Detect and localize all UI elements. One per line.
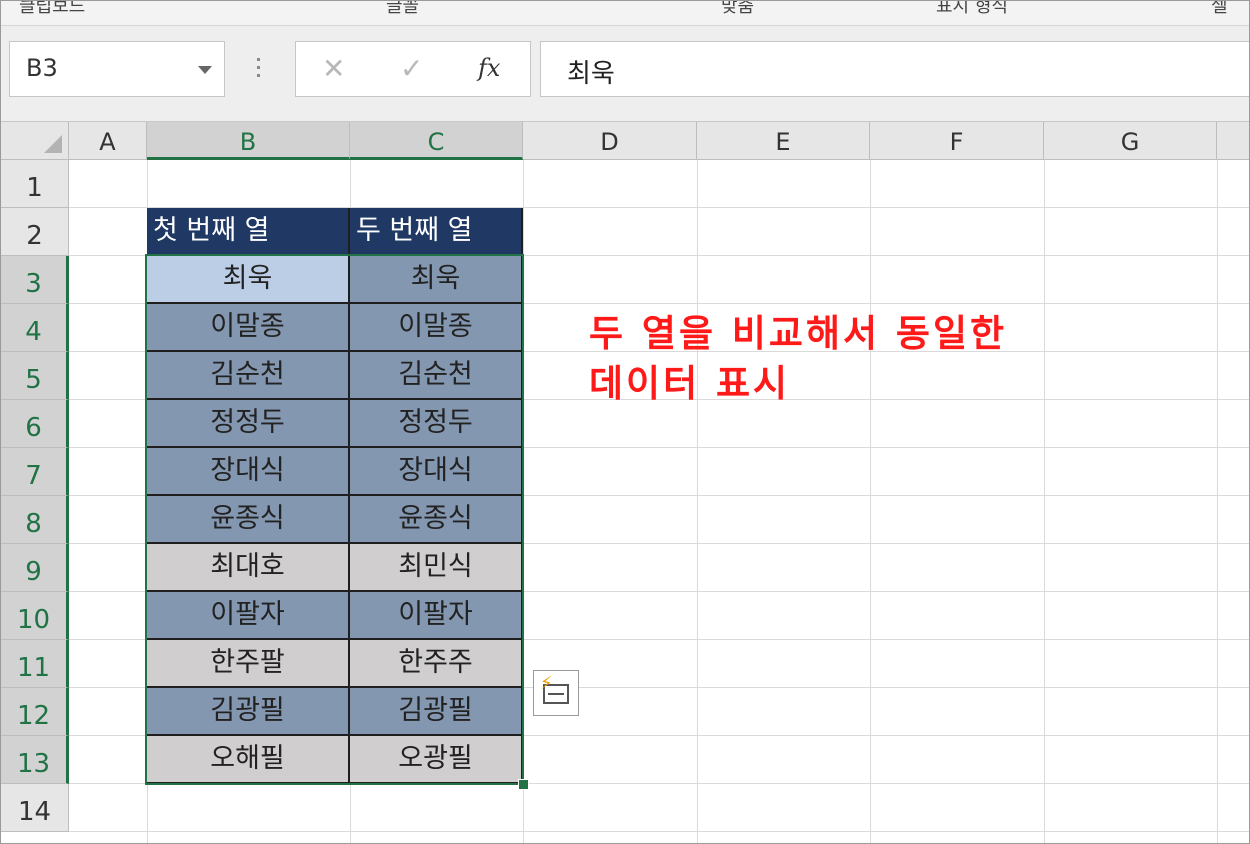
cancel-icon[interactable]: ✕ bbox=[322, 52, 345, 85]
fill-handle[interactable] bbox=[518, 779, 529, 790]
quick-analysis-button[interactable]: ⚡ bbox=[533, 670, 579, 716]
table-cell-second[interactable]: 최민식 bbox=[350, 544, 523, 592]
table-cell-first[interactable]: 장대식 bbox=[147, 448, 350, 496]
gridline-vertical bbox=[870, 160, 871, 843]
ribbon-group-cells[interactable]: 셀 bbox=[1211, 1, 1228, 18]
chevron-down-icon[interactable] bbox=[198, 66, 212, 74]
table-cell-first[interactable]: 김광필 bbox=[147, 688, 350, 736]
drag-handle-icon[interactable] bbox=[257, 58, 261, 80]
column-header-f[interactable]: F bbox=[870, 122, 1044, 160]
row-header-7[interactable]: 7 bbox=[1, 448, 69, 496]
ribbon-group-clipboard[interactable]: 클립보드 bbox=[19, 1, 85, 18]
table-cell-second[interactable]: 윤종식 bbox=[350, 496, 523, 544]
formula-value: 최욱 bbox=[567, 59, 615, 89]
column-header-e[interactable]: E bbox=[697, 122, 870, 160]
name-box[interactable]: B3 bbox=[9, 41, 225, 97]
table-header-second[interactable]: 두 번째 열 bbox=[350, 208, 523, 256]
name-box-value: B3 bbox=[26, 54, 58, 82]
table-cell-first[interactable]: 정정두 bbox=[147, 400, 350, 448]
column-header-g[interactable]: G bbox=[1044, 122, 1217, 160]
excel-window: 클립보드 글꼴 맞춤 표시 형식 셀 B3 ✕ ✓ fx 최욱 ABCDEFG 1… bbox=[0, 0, 1250, 844]
column-header-c[interactable]: C bbox=[350, 122, 523, 160]
insert-function-icon[interactable]: fx bbox=[478, 54, 500, 82]
row-header-3[interactable]: 3 bbox=[1, 256, 69, 304]
row-header-1[interactable]: 1 bbox=[1, 160, 69, 208]
gridline-vertical bbox=[1217, 160, 1218, 843]
column-header-a[interactable]: A bbox=[69, 122, 147, 160]
annotation-line-1: 두 열을 비교해서 동일한 bbox=[589, 312, 1008, 355]
table-cell-second[interactable]: 장대식 bbox=[350, 448, 523, 496]
table-cell-first[interactable]: 이팔자 bbox=[147, 592, 350, 640]
table-cell-second[interactable]: 최욱 bbox=[350, 256, 523, 304]
row-header-6[interactable]: 6 bbox=[1, 400, 69, 448]
table-cell-second[interactable]: 정정두 bbox=[350, 400, 523, 448]
column-header-b[interactable]: B bbox=[147, 122, 350, 160]
select-all-corner[interactable] bbox=[1, 122, 69, 160]
ribbon-strip: 클립보드 글꼴 맞춤 표시 형식 셀 bbox=[1, 1, 1249, 26]
gridline-vertical bbox=[697, 160, 698, 843]
gridline-vertical bbox=[523, 160, 524, 843]
table-cell-second[interactable]: 김순천 bbox=[350, 352, 523, 400]
gridline-horizontal bbox=[69, 831, 1249, 832]
row-header-5[interactable]: 5 bbox=[1, 352, 69, 400]
lightning-icon: ⚡ bbox=[540, 673, 553, 694]
table-cell-second[interactable]: 김광필 bbox=[350, 688, 523, 736]
annotation-line-2: 데이터 표시 bbox=[589, 362, 791, 405]
column-header-partial[interactable] bbox=[1217, 122, 1249, 160]
row-header-12[interactable]: 12 bbox=[1, 688, 69, 736]
table-cell-first[interactable]: 최욱 bbox=[147, 256, 350, 304]
gridline-vertical bbox=[1044, 160, 1045, 843]
table-cell-second[interactable]: 한주주 bbox=[350, 640, 523, 688]
table-cell-first[interactable]: 최대호 bbox=[147, 544, 350, 592]
table-cell-second[interactable]: 이팔자 bbox=[350, 592, 523, 640]
row-header-14[interactable]: 14 bbox=[1, 784, 69, 832]
row-header-9[interactable]: 9 bbox=[1, 544, 69, 592]
table-cell-first[interactable]: 한주팔 bbox=[147, 640, 350, 688]
column-header-d[interactable]: D bbox=[523, 122, 697, 160]
row-header-4[interactable]: 4 bbox=[1, 304, 69, 352]
formula-input[interactable]: 최욱 bbox=[540, 41, 1249, 97]
row-header-11[interactable]: 11 bbox=[1, 640, 69, 688]
table-header-first[interactable]: 첫 번째 열 bbox=[147, 208, 350, 256]
enter-icon[interactable]: ✓ bbox=[400, 52, 423, 85]
ribbon-group-alignment[interactable]: 맞춤 bbox=[721, 1, 754, 18]
row-header-8[interactable]: 8 bbox=[1, 496, 69, 544]
ribbon-group-font[interactable]: 글꼴 bbox=[386, 1, 419, 18]
table-cell-first[interactable]: 김순천 bbox=[147, 352, 350, 400]
table-cell-first[interactable]: 이말종 bbox=[147, 304, 350, 352]
row-header-2[interactable]: 2 bbox=[1, 208, 69, 256]
row-header-10[interactable]: 10 bbox=[1, 592, 69, 640]
formula-bar: B3 ✕ ✓ fx 최욱 bbox=[1, 26, 1249, 122]
ribbon-group-number[interactable]: 표시 형식 bbox=[936, 1, 1008, 18]
formula-buttons: ✕ ✓ fx bbox=[295, 41, 531, 97]
worksheet-grid[interactable]: A B C D E F G 1 2 3 4 5 6 7 8 9 10 11 12 13 14 첫 번째 열두 번째 열 최욱… bbox=[1, 122, 1249, 843]
row-header-13[interactable]: 13 bbox=[1, 736, 69, 784]
table-cell-first[interactable]: 오해필 bbox=[147, 736, 350, 784]
table-cell-second[interactable]: 이말종 bbox=[350, 304, 523, 352]
table-cell-second[interactable]: 오광필 bbox=[350, 736, 523, 784]
table-cell-first[interactable]: 윤종식 bbox=[147, 496, 350, 544]
